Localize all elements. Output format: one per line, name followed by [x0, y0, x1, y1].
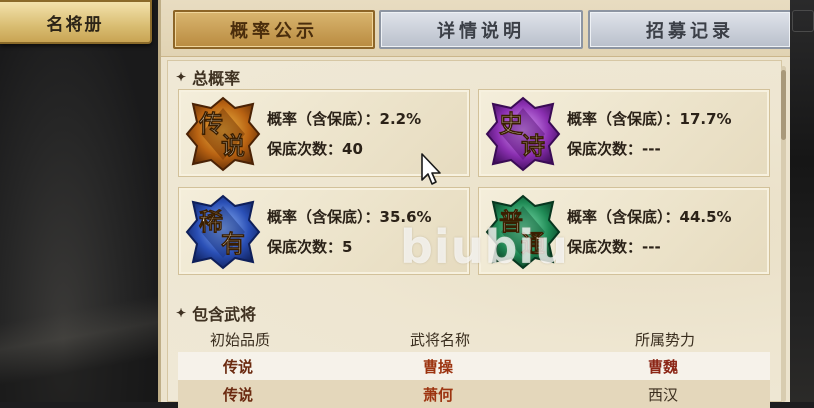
- epic-emblem-icon: 史诗: [483, 94, 563, 174]
- side-tab-famous-generals[interactable]: 名将册: [0, 0, 152, 44]
- gacha-info-panel: 概率公示 详情说明 招募记录 ✦ 总概率 传说 概率（含保底）：2.2% 保底次…: [158, 0, 793, 408]
- rarity-card-epic: 史诗 概率（含保底）：17.7% 保底次数：---: [478, 89, 770, 177]
- common-pity: ---: [642, 238, 661, 256]
- col-header-faction: 所属势力: [634, 331, 695, 349]
- star-bullet-icon: ✦: [176, 306, 187, 320]
- epic-pity-line: 保底次数：---: [567, 140, 661, 158]
- left-backdrop: [0, 0, 158, 402]
- star-bullet-icon: ✦: [176, 70, 187, 84]
- tab-recruit-history[interactable]: 招募记录: [588, 10, 792, 49]
- epic-rate-line: 概率（含保底）：17.7%: [567, 110, 732, 128]
- table-row: 传说 曹操 曹魏: [178, 352, 770, 380]
- total-probability-heading: ✦ 总概率: [176, 69, 241, 88]
- col-header-quality: 初始品质: [209, 331, 270, 349]
- general-faction: 曹魏: [647, 358, 678, 376]
- scrollbar-thumb[interactable]: [781, 70, 786, 140]
- common-rate: 44.5%: [679, 208, 732, 226]
- epic-pity: ---: [642, 140, 661, 158]
- mouse-pointer-icon: [421, 153, 441, 185]
- emblem-char: 传: [198, 109, 223, 138]
- general-quality: 传说: [222, 358, 253, 376]
- emblem-char: 诗: [521, 131, 545, 160]
- epic-rate: 17.7%: [679, 110, 732, 128]
- rare-pity-line: 保底次数：5: [267, 238, 353, 256]
- rare-emblem-icon: 稀有: [183, 192, 263, 272]
- rare-pity: 5: [342, 238, 353, 256]
- general-name: 曹操: [422, 358, 453, 376]
- legendary-rate: 2.2%: [379, 110, 422, 128]
- emblem-char: 有: [221, 229, 245, 258]
- generals-table-header: 初始品质 武将名称 所属势力: [180, 329, 770, 351]
- right-backdrop: [790, 0, 814, 402]
- tab-probability[interactable]: 概率公示: [173, 10, 375, 49]
- included-generals-heading: ✦ 包含武将: [176, 305, 257, 324]
- legendary-emblem-icon: 传说: [183, 94, 263, 174]
- table-row: 传说 萧何 西汉: [178, 380, 770, 408]
- legendary-rate-line: 概率（含保底）：2.2%: [267, 110, 422, 128]
- emblem-char: 稀: [199, 207, 223, 236]
- legendary-pity: 40: [342, 140, 363, 158]
- col-header-name: 武将名称: [409, 331, 470, 349]
- watermark-logo: biubiu: [400, 220, 569, 274]
- content-scrollbar[interactable]: [781, 66, 786, 402]
- tab-details[interactable]: 详情说明: [379, 10, 583, 49]
- tab-bar: 概率公示 详情说明 招募记录: [161, 0, 793, 57]
- common-pity-line: 保底次数：---: [567, 238, 661, 256]
- emblem-char: 说: [221, 131, 245, 160]
- legendary-pity-line: 保底次数：40: [267, 140, 363, 158]
- common-rate-line: 概率（含保底）：44.5%: [567, 208, 732, 226]
